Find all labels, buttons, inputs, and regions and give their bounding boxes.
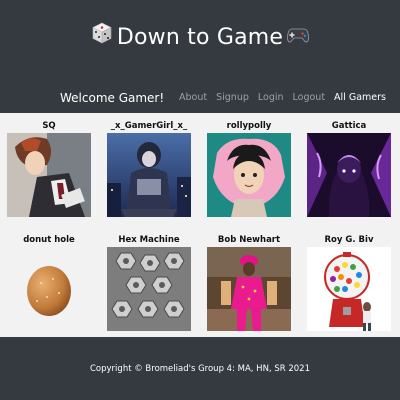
gamer-card: Hex Machine <box>107 235 191 331</box>
gamer-avatar-image[interactable] <box>307 247 391 331</box>
gamer-avatar-image[interactable] <box>107 247 191 331</box>
nav-logout-link[interactable]: Logout <box>293 92 326 103</box>
welcome-text: Welcome Gamer! <box>60 91 165 105</box>
gamer-avatar-image[interactable] <box>207 247 291 331</box>
gamer-card: SQ <box>7 121 91 217</box>
gamer-name: Gattica <box>331 121 367 131</box>
gamer-avatar-image[interactable] <box>307 133 391 217</box>
nav-login-link[interactable]: Login <box>258 92 284 103</box>
gamer-card: _x_GamerGirl_x_ <box>107 121 191 217</box>
gamer-avatar-image[interactable] <box>107 133 191 217</box>
gamer-avatar-image[interactable] <box>207 133 291 217</box>
gamer-card: Bob Newhart <box>207 235 291 331</box>
nav-all-gamers-link[interactable]: All Gamers <box>334 92 386 103</box>
copyright-text: Copyright © Bromeliad's Group 4: MA, HN,… <box>90 364 310 374</box>
gamer-name: Hex Machine <box>118 235 180 245</box>
site-title: Down to Game <box>0 22 400 54</box>
nav-links: About Signup Login Logout All Gamers <box>179 92 395 104</box>
nav-about-link[interactable]: About <box>179 92 207 103</box>
nav-signup-link[interactable]: Signup <box>216 92 249 103</box>
navbar: Welcome Gamer! About Signup Login Logout All… <box>0 85 400 111</box>
gamer-card: rollypolly <box>207 121 291 217</box>
game-controller-icon <box>287 22 310 54</box>
dice-icon <box>91 22 113 54</box>
header: Down to Game Welcome Gamer! About Signup L… <box>0 0 400 113</box>
gamer-name: SQ <box>42 121 56 131</box>
gamer-name: donut hole <box>23 235 75 245</box>
gamer-grid: SQ _x_GamerGirl_x_ rollypolly Gattica do… <box>0 113 400 337</box>
gamer-card: Gattica <box>307 121 391 217</box>
site-title-text: Down to Game <box>116 25 284 50</box>
gamer-name: _x_GamerGirl_x_ <box>110 121 188 131</box>
gamer-card: donut hole <box>7 235 91 331</box>
gamer-avatar-image[interactable] <box>7 133 91 217</box>
gamer-avatar-image[interactable] <box>7 247 91 331</box>
gamer-name: Roy G. Biv <box>324 235 374 245</box>
footer: Copyright © Bromeliad's Group 4: MA, HN,… <box>0 337 400 400</box>
gamer-card: Roy G. Biv <box>307 235 391 331</box>
gamer-name: Bob Newhart <box>217 235 281 245</box>
gamer-name: rollypolly <box>226 121 272 131</box>
